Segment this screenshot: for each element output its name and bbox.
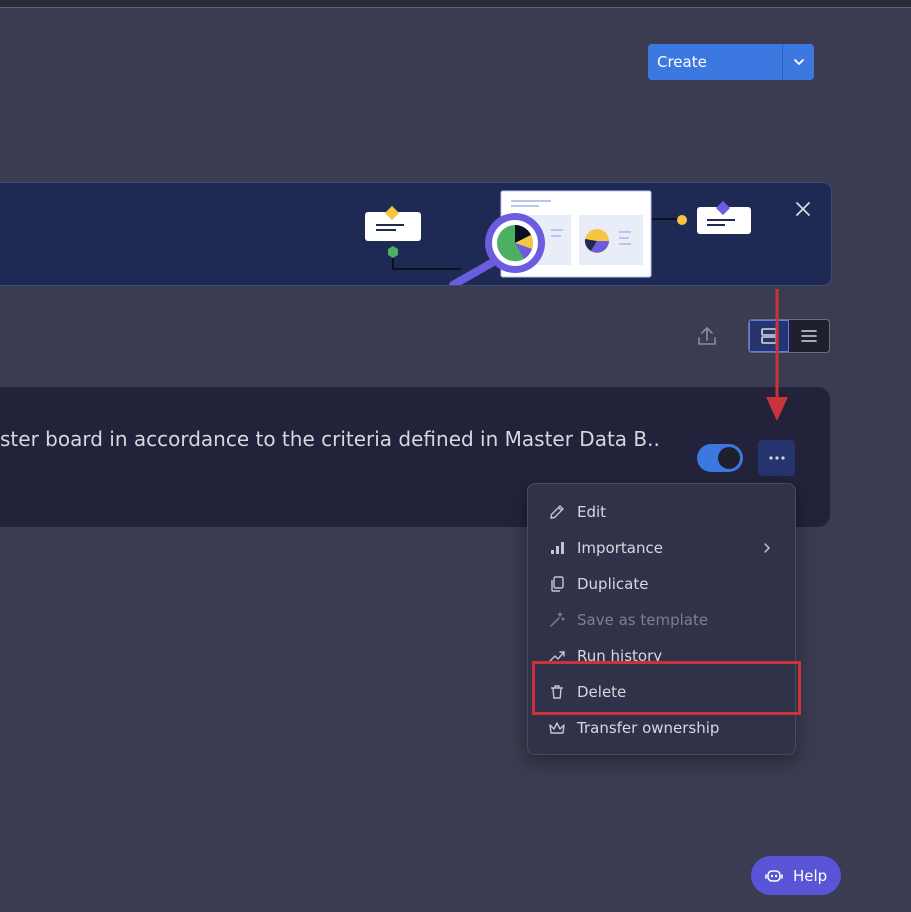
menu-item-duplicate[interactable]: Duplicate: [528, 567, 795, 601]
banner-illustration: [365, 190, 751, 285]
template-magic-icon: [550, 612, 565, 627]
menu-item-transfer-ownership[interactable]: Transfer ownership: [528, 711, 795, 745]
export-icon[interactable]: [696, 325, 718, 347]
chevron-right-icon: [764, 543, 770, 553]
menu-item-label: Importance: [577, 539, 663, 557]
bar-chart-icon: [551, 542, 564, 554]
annotation-arrow: [766, 289, 788, 421]
help-button[interactable]: Help: [751, 856, 841, 895]
create-automation-dropdown-button[interactable]: [782, 44, 814, 80]
menu-item-importance[interactable]: Importance: [528, 531, 795, 565]
crown-icon: [549, 722, 565, 734]
annotation-highlight-box: [532, 661, 801, 715]
menu-item-label: Edit: [577, 503, 607, 521]
menu-item-label: Duplicate: [577, 575, 649, 593]
create-automation-split-button: Create automation: [648, 44, 814, 80]
copy-icon: [551, 576, 564, 592]
robot-icon: [765, 869, 783, 882]
toggle-knob: [718, 447, 740, 469]
view-mode-toggle: [748, 319, 830, 353]
menu-item-label: Transfer ownership: [577, 719, 720, 737]
menu-item-label: Save as template: [577, 611, 709, 629]
help-label: Help: [793, 866, 828, 885]
pencil-icon: [550, 505, 564, 519]
menu-item-edit[interactable]: Edit: [528, 495, 795, 529]
promo-banner: [0, 182, 832, 286]
more-actions-button[interactable]: [758, 440, 795, 476]
close-icon[interactable]: [793, 199, 813, 219]
top-divider: [0, 0, 911, 8]
create-automation-button[interactable]: Create automation: [648, 44, 782, 80]
automation-description[interactable]: ster board in accordance to the criteria…: [0, 427, 660, 451]
chevron-down-icon: [793, 59, 804, 65]
list-view-icon: [801, 330, 817, 342]
automation-enabled-toggle[interactable]: [697, 444, 743, 472]
menu-item-save-as-template: Save as template: [528, 603, 795, 637]
more-horizontal-icon: [768, 456, 785, 460]
list-view-button[interactable]: [789, 320, 829, 352]
